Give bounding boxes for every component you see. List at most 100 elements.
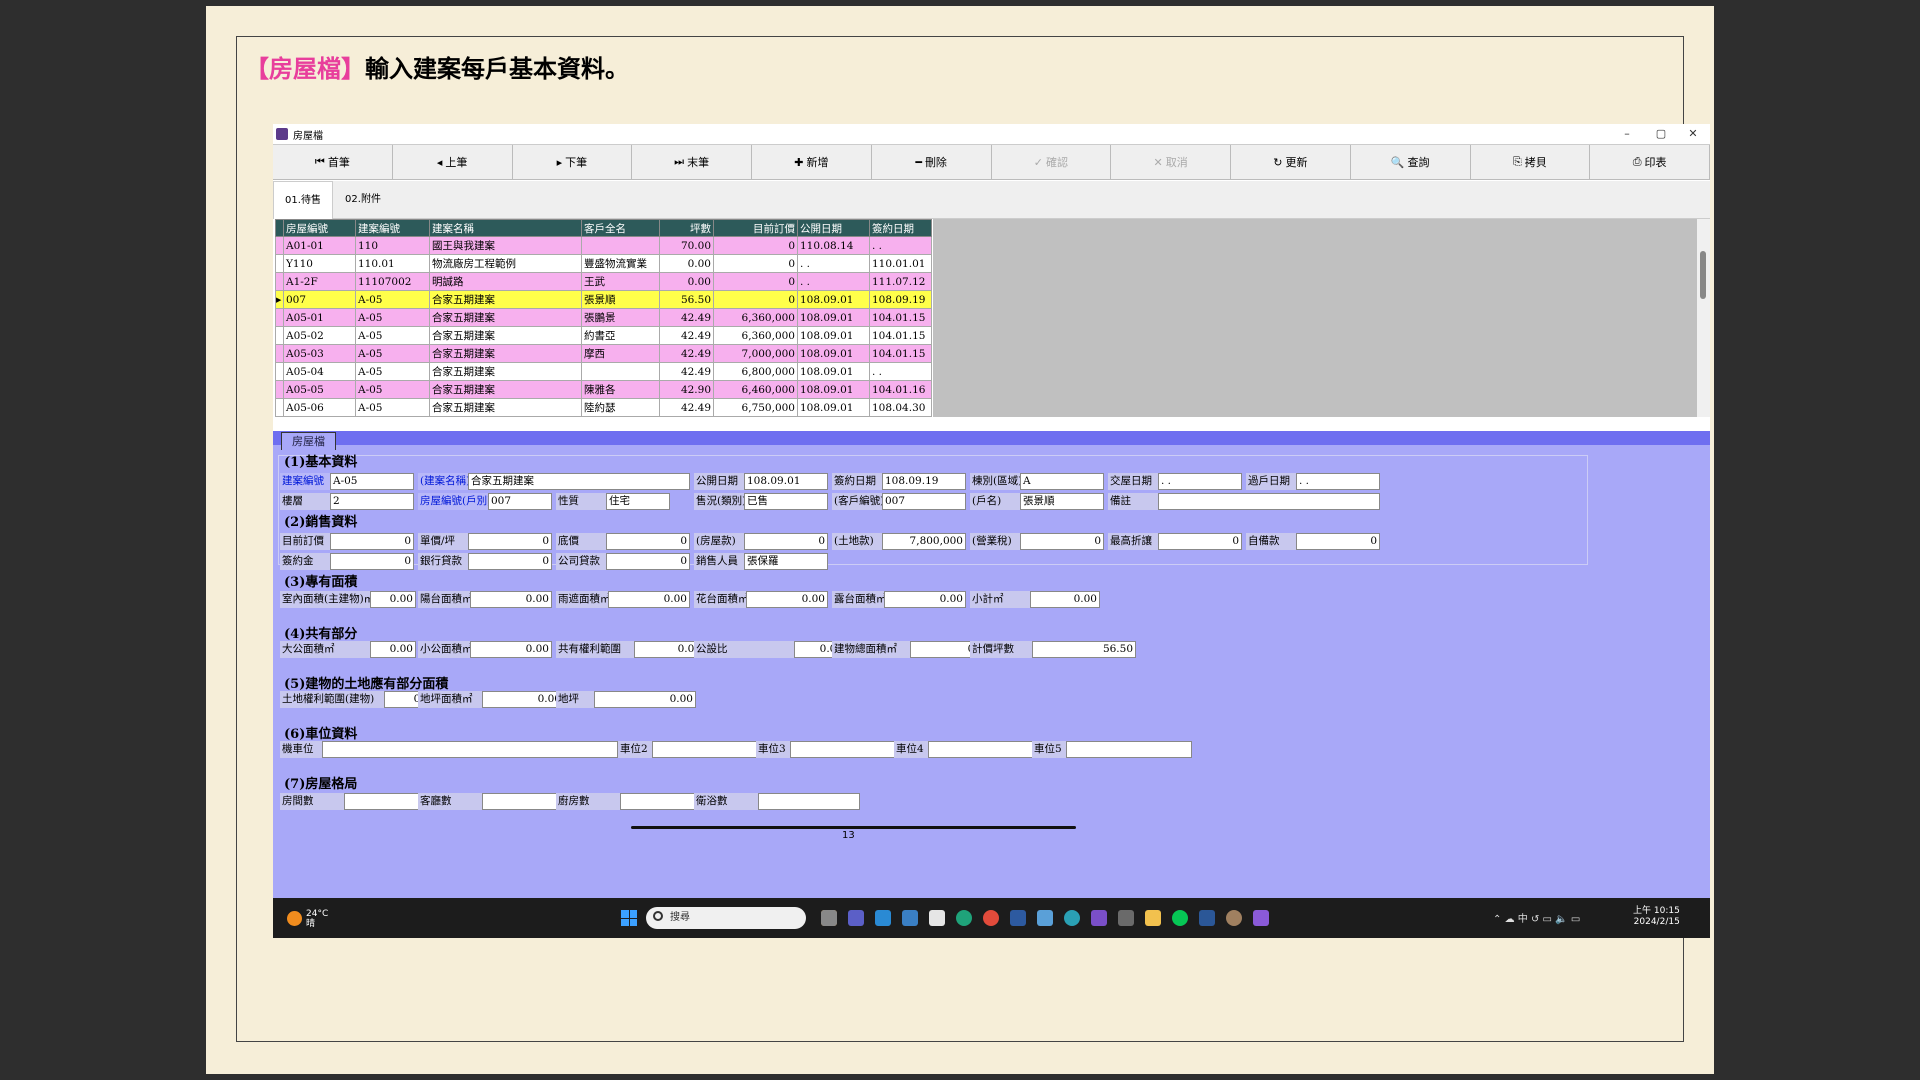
- cell-house-no[interactable]: Y110: [283, 254, 356, 273]
- cell-house-no[interactable]: A1-2F: [283, 272, 356, 291]
- cust-no-input[interactable]: 007: [882, 493, 966, 510]
- col-header-case-name[interactable]: 建案名稱: [429, 219, 582, 237]
- cell-case-no[interactable]: 11107002: [355, 272, 430, 291]
- sale-status-input[interactable]: 已售: [744, 493, 828, 510]
- scrollbar-thumb[interactable]: [1700, 251, 1706, 299]
- row-indicator[interactable]: [275, 344, 284, 363]
- salesperson-input[interactable]: 張保羅: [744, 553, 828, 570]
- cell-customer[interactable]: 陳雅各: [581, 380, 660, 399]
- cell-case-no[interactable]: 110.01: [355, 254, 430, 273]
- house-amt-input[interactable]: 0: [744, 533, 828, 550]
- case-name-input[interactable]: 合家五期建案: [468, 473, 690, 490]
- next-button[interactable]: ▸ 下筆: [513, 145, 633, 179]
- clock[interactable]: 上午 10:15 2024/2/15: [1633, 906, 1680, 928]
- print-button[interactable]: ⎙ 印表: [1590, 145, 1710, 179]
- cell-ping[interactable]: 0.00: [659, 254, 714, 273]
- cell-ping[interactable]: 42.49: [659, 344, 714, 363]
- windows-start-icon[interactable]: [621, 910, 637, 926]
- maximize-button[interactable]: ▢: [1644, 124, 1678, 144]
- deposit-input[interactable]: 0: [330, 553, 414, 570]
- cell-sign-date[interactable]: 104.01.15: [869, 344, 932, 363]
- app-icon-2[interactable]: [1010, 910, 1026, 926]
- cell-price[interactable]: 6,750,000: [713, 398, 798, 417]
- cell-ping[interactable]: 42.49: [659, 398, 714, 417]
- cell-case-no[interactable]: A-05: [355, 380, 430, 399]
- row-indicator[interactable]: [275, 326, 284, 345]
- indoor-input[interactable]: 0.00: [370, 591, 416, 608]
- bath-input[interactable]: [758, 793, 860, 810]
- cell-ping[interactable]: 56.50: [659, 290, 714, 309]
- row-indicator[interactable]: [275, 362, 284, 381]
- row-indicator[interactable]: [275, 272, 284, 291]
- house-no-input[interactable]: 007: [488, 493, 552, 510]
- cell-sign-date[interactable]: . .: [869, 362, 932, 381]
- cell-sign-date[interactable]: 110.01.01: [869, 254, 932, 273]
- cell-case-no[interactable]: 110: [355, 236, 430, 255]
- cell-ping[interactable]: 42.90: [659, 380, 714, 399]
- cell-customer[interactable]: 張鵬景: [581, 308, 660, 327]
- minimize-button[interactable]: –: [1610, 124, 1644, 144]
- balcony-input[interactable]: 0.00: [470, 591, 552, 608]
- land-amt-input[interactable]: 7,800,000: [882, 533, 966, 550]
- cell-case-name[interactable]: 合家五期建案: [429, 380, 582, 399]
- system-tray[interactable]: ⌃ ☁ 中 ↺ ▭ 🔈 ▭: [1493, 910, 1580, 925]
- cell-sign-date[interactable]: 104.01.16: [869, 380, 932, 399]
- cell-case-no[interactable]: A-05: [355, 308, 430, 327]
- query-button[interactable]: 🔍 查詢: [1351, 145, 1471, 179]
- cell-case-no[interactable]: A-05: [355, 398, 430, 417]
- cell-open-date[interactable]: 108.09.01: [797, 290, 870, 309]
- cur-price-input[interactable]: 0: [330, 533, 414, 550]
- sign-date-input[interactable]: 108.09.19: [882, 473, 966, 490]
- transfer-date-input[interactable]: . .: [1296, 473, 1380, 490]
- open-date-input[interactable]: 108.09.01: [744, 473, 828, 490]
- cell-open-date[interactable]: 108.09.01: [797, 344, 870, 363]
- cell-case-name[interactable]: 合家五期建案: [429, 326, 582, 345]
- cell-case-name[interactable]: 合家五期建案: [429, 398, 582, 417]
- chrome-icon[interactable]: [983, 910, 999, 926]
- weather-widget[interactable]: 24°C 晴: [306, 909, 328, 929]
- cell-open-date[interactable]: . .: [797, 254, 870, 273]
- case-no-label[interactable]: 建案編號: [280, 473, 330, 490]
- teams-icon[interactable]: [848, 910, 864, 926]
- price-ping-input[interactable]: 56.50: [1032, 641, 1136, 658]
- active-app-icon[interactable]: [1253, 910, 1269, 926]
- small-public-input[interactable]: 0.00: [470, 641, 552, 658]
- cell-open-date[interactable]: . .: [797, 272, 870, 291]
- cell-customer[interactable]: [581, 362, 660, 381]
- row-indicator[interactable]: [275, 398, 284, 417]
- col-header-case-no[interactable]: 建案編號: [355, 219, 430, 237]
- cell-price[interactable]: 6,460,000: [713, 380, 798, 399]
- visual-studio-icon[interactable]: [1091, 910, 1107, 926]
- snipping-tool-icon[interactable]: [1118, 910, 1134, 926]
- photos-icon[interactable]: [1037, 910, 1053, 926]
- cell-case-no[interactable]: A-05: [355, 362, 430, 381]
- subtotal-input[interactable]: 0.00: [1030, 591, 1100, 608]
- cell-sign-date[interactable]: . .: [869, 236, 932, 255]
- cell-price[interactable]: 6,800,000: [713, 362, 798, 381]
- cell-house-no[interactable]: A05-01: [283, 308, 356, 327]
- cell-price[interactable]: 0: [713, 290, 798, 309]
- prev-button[interactable]: ◂ 上筆: [393, 145, 513, 179]
- self-fund-input[interactable]: 0: [1296, 533, 1380, 550]
- base-price-input[interactable]: 0: [606, 533, 690, 550]
- edge-icon[interactable]: [956, 910, 972, 926]
- park5-input[interactable]: [1066, 741, 1192, 758]
- owner-input[interactable]: 張景順: [1020, 493, 1104, 510]
- biz-tax-input[interactable]: 0: [1020, 533, 1104, 550]
- copy-button[interactable]: ⎘ 拷貝: [1471, 145, 1591, 179]
- word-icon[interactable]: [1199, 910, 1215, 926]
- ime-indicator[interactable]: 中: [1518, 914, 1528, 925]
- col-header-customer[interactable]: 客戶全名: [581, 219, 660, 237]
- tab-attachments[interactable]: 02.附件: [335, 181, 391, 219]
- table-row[interactable]: ▶ 007 A-05 合家五期建案 張景順 56.50 0 108.09.01 108.09.1…: [275, 290, 932, 309]
- cell-case-name[interactable]: 國王與我建案: [429, 236, 582, 255]
- cell-sign-date[interactable]: 108.09.19: [869, 290, 932, 309]
- max-discount-input[interactable]: 0: [1158, 533, 1242, 550]
- table-row[interactable]: Y110 110.01 物流廠房工程範例 豐盛物流實業 0.00 0. . 110.01.0…: [275, 254, 932, 273]
- cell-case-name[interactable]: 合家五期建案: [429, 344, 582, 363]
- cell-customer[interactable]: 約書亞: [581, 326, 660, 345]
- cell-open-date[interactable]: 110.08.14: [797, 236, 870, 255]
- table-row[interactable]: A05-04 A-05 合家五期建案 42.49 6,800,000 108.09.01.…: [275, 362, 932, 381]
- delete-button[interactable]: ━ 刪除: [872, 145, 992, 179]
- unit-price-input[interactable]: 0: [468, 533, 552, 550]
